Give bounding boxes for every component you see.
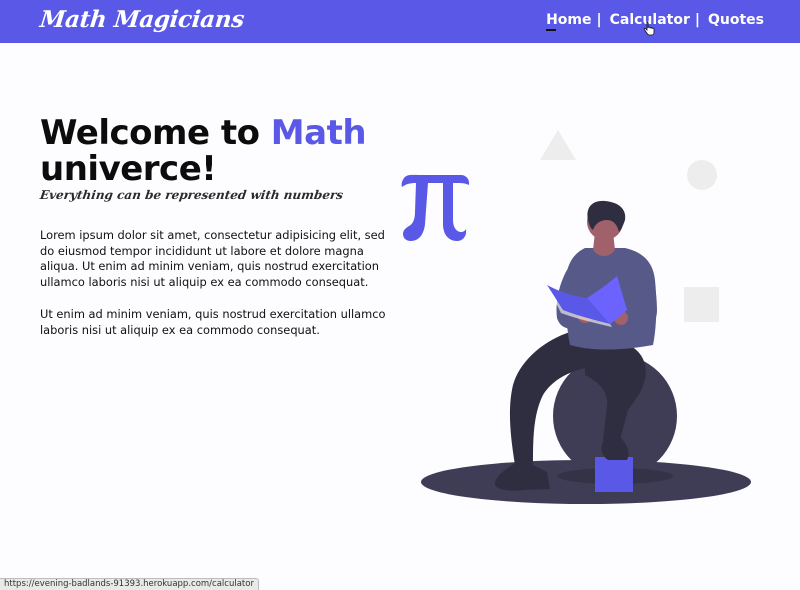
intro-paragraph: Lorem ipsum dolor sit amet, consectetur … — [40, 228, 385, 289]
nav-link-quotes[interactable]: Quotes — [708, 12, 764, 28]
pi-symbol — [401, 174, 469, 241]
hand-cursor-icon — [643, 22, 655, 36]
triangle-shape — [540, 130, 576, 160]
circle-shape — [687, 160, 717, 190]
square-shape — [684, 287, 719, 322]
nav-separator: | — [596, 12, 602, 28]
nav-link-home[interactable]: Home — [546, 12, 591, 31]
status-bar-url: https://evening-badlands-91393.herokuapp… — [0, 578, 259, 590]
title-prefix: Welcome to — [40, 113, 271, 153]
title-accent: Math — [270, 113, 367, 153]
intro-paragraph: Ut enim ad minim veniam, quis nostrud ex… — [40, 307, 386, 337]
app-logo[interactable]: Math Magicians — [39, 6, 246, 33]
reading-person-illustration — [401, 130, 751, 504]
page-title: Welcome to Math univerce! — [40, 115, 400, 187]
nav-separator: | — [694, 12, 700, 28]
hero-section: Welcome to Math univerce! Everything can… — [39, 115, 400, 202]
title-suffix: univerce! — [40, 149, 217, 189]
blue-box — [595, 457, 633, 492]
nav-links: Home | Calculator | Quotes — [546, 12, 764, 31]
navbar: Math Magicians Home | Calculator | Quote… — [0, 0, 800, 43]
tagline: Everything can be represented with numbe… — [39, 188, 345, 202]
